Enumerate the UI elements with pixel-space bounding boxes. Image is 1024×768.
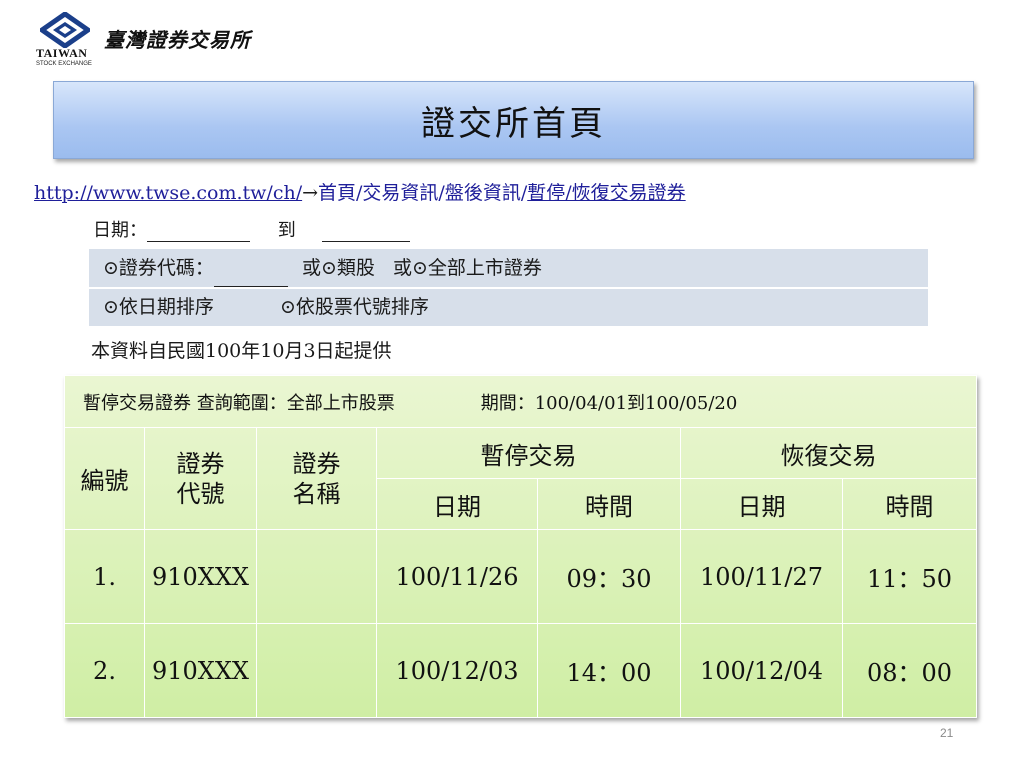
slide-title-box: 證交所首頁 bbox=[53, 81, 974, 159]
row-code: 910XXX bbox=[144, 529, 257, 624]
row-suspend-time: 09：30 bbox=[537, 529, 681, 624]
page-number: 21 bbox=[940, 726, 954, 740]
row-resume-date: 100/12/04 bbox=[680, 623, 843, 718]
date-to-label: 到 bbox=[277, 220, 296, 241]
row-name bbox=[256, 623, 377, 718]
col-header-name-line1: 證券 bbox=[292, 449, 341, 478]
col-header-name: 證券 名稱 bbox=[256, 427, 377, 530]
radio-category-icon[interactable]: ⊙ bbox=[321, 257, 337, 279]
sort-by-date-label: 依日期排序 bbox=[118, 296, 214, 318]
radio-all-icon[interactable]: ⊙ bbox=[412, 257, 428, 279]
arrow-icon: → bbox=[302, 182, 319, 204]
row-resume-time: 08：00 bbox=[842, 623, 977, 718]
col-header-code-line2: 代號 bbox=[176, 479, 225, 508]
query-scope-text: 暫停交易證券 查詢範圍：全部上市股票 bbox=[83, 392, 395, 414]
category-label: 類股 bbox=[336, 257, 375, 279]
end-date-field[interactable] bbox=[321, 221, 410, 242]
row-suspend-time: 14：00 bbox=[537, 623, 681, 718]
date-label: 日期： bbox=[93, 220, 147, 241]
suspended-securities-table: 暫停交易證券 查詢範圍：全部上市股票 期間：100/04/01到100/05/20… bbox=[64, 375, 977, 718]
security-code-field[interactable] bbox=[213, 260, 288, 287]
breadcrumb: http://www.twse.com.tw/ch/→首頁/交易資訊/盤後資訊/… bbox=[34, 178, 686, 205]
group-header-suspend: 暫停交易 bbox=[376, 427, 681, 479]
group-header-resume: 恢復交易 bbox=[680, 427, 977, 479]
row-number: 1. bbox=[64, 529, 145, 624]
or-label-2: 或 bbox=[392, 257, 412, 279]
row-resume-time: 11：50 bbox=[842, 529, 977, 624]
twse-diamond-icon bbox=[40, 12, 90, 48]
sub-header-resume-date: 日期 bbox=[680, 478, 843, 530]
logo-english-text: TAIWAN bbox=[36, 46, 88, 60]
twse-url-link[interactable]: http://www.twse.com.tw/ch/ bbox=[34, 182, 302, 204]
filter-options-row: ⊙證券代碼： 或⊙類股 或⊙全部上市證券 bbox=[89, 249, 928, 287]
security-code-label: 證券代碼： bbox=[118, 257, 214, 279]
col-header-code-line1: 證券 bbox=[176, 449, 225, 478]
sub-header-suspend-time: 時間 bbox=[537, 478, 681, 530]
row-code: 910XXX bbox=[144, 623, 257, 718]
or-label-1: 或 bbox=[301, 257, 321, 279]
col-header-code: 證券 代號 bbox=[144, 427, 257, 530]
sub-header-suspend-date: 日期 bbox=[376, 478, 538, 530]
radio-sort-date-icon[interactable]: ⊙ bbox=[103, 296, 119, 318]
breadcrumb-path: 首頁/交易資訊/盤後資訊/ bbox=[318, 182, 528, 204]
col-header-name-line2: 名稱 bbox=[292, 479, 341, 508]
slide-title: 證交所首頁 bbox=[421, 103, 606, 144]
table-row: 2. 910XXX 100/12/03 14：00 100/12/04 08：0… bbox=[64, 623, 977, 718]
all-listed-label: 全部上市證券 bbox=[427, 257, 542, 279]
radio-sort-code-icon[interactable]: ⊙ bbox=[280, 296, 296, 318]
row-number: 2. bbox=[64, 623, 145, 718]
radio-code-icon[interactable]: ⊙ bbox=[103, 257, 119, 279]
start-date-field[interactable] bbox=[147, 221, 250, 242]
logo-chinese-name: 臺灣證券交易所 bbox=[104, 28, 251, 52]
twse-logo: TAIWAN STOCK EXCHANGE bbox=[34, 12, 104, 68]
row-suspend-date: 100/12/03 bbox=[376, 623, 538, 718]
sub-header-resume-time: 時間 bbox=[842, 478, 977, 530]
suspend-resume-link[interactable]: 暫停/恢復交易證券 bbox=[527, 182, 685, 204]
logo-sub-text: STOCK EXCHANGE bbox=[36, 61, 92, 67]
col-header-number: 編號 bbox=[64, 427, 145, 530]
row-name bbox=[256, 529, 377, 624]
data-availability-note: 本資料自民國100年10月3日起提供 bbox=[91, 340, 392, 362]
table-row: 1. 910XXX 100/11/26 09：30 100/11/27 11：5… bbox=[64, 529, 977, 624]
table-caption: 暫停交易證券 查詢範圍：全部上市股票 期間：100/04/01到100/05/20 bbox=[64, 375, 977, 428]
sort-by-code-label: 依股票代號排序 bbox=[295, 296, 429, 318]
sort-options-row: ⊙依日期排序 ⊙依股票代號排序 bbox=[89, 289, 928, 326]
row-resume-date: 100/11/27 bbox=[680, 529, 843, 624]
date-range-row: 日期： 到 bbox=[93, 216, 410, 242]
row-suspend-date: 100/11/26 bbox=[376, 529, 538, 624]
query-period-text: 期間：100/04/01到100/05/20 bbox=[480, 392, 738, 414]
